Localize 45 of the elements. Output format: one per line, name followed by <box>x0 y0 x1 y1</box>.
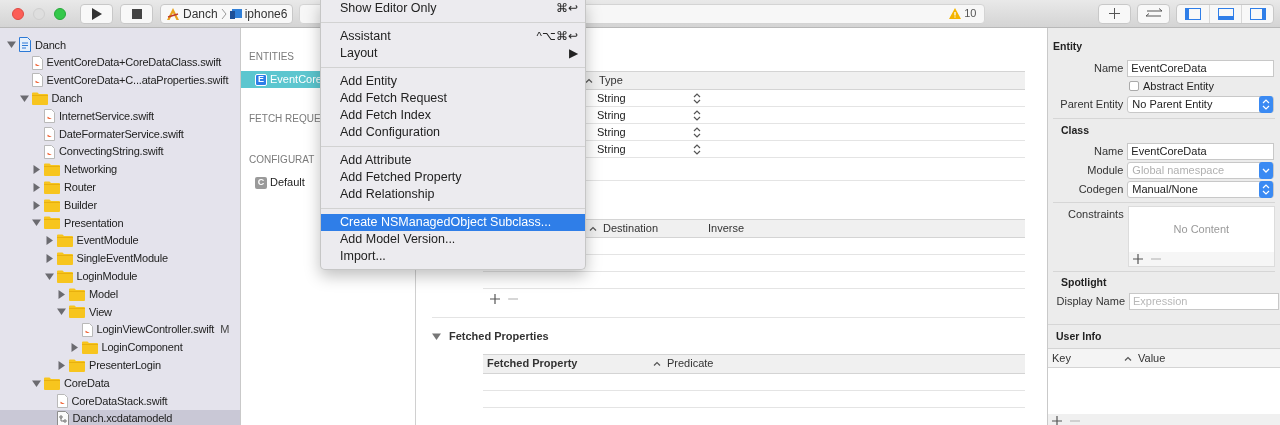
file-name: Builder <box>64 197 97 213</box>
field-label: Name <box>1093 61 1124 76</box>
file-name: Danch <box>51 91 83 107</box>
file-name: Router <box>64 180 96 195</box>
field-label: Name <box>1093 143 1124 159</box>
outline-header: CONFIGURAT <box>249 154 315 165</box>
file-name: DateFormaterService.swift <box>59 126 184 142</box>
file-name: SingleEventModule <box>76 251 168 267</box>
status-label: M <box>219 322 230 338</box>
file-name: EventModule <box>76 233 139 249</box>
outline-header: FETCH REQUE <box>249 113 321 124</box>
file-name: Danch <box>35 37 66 53</box>
file-name: LoginModule <box>76 269 138 284</box>
field-label: Parent Entity <box>1059 97 1124 112</box>
field-label: Constraints <box>1067 206 1124 222</box>
section-title: Class <box>1061 122 1091 138</box>
file-name: CoreData <box>64 375 110 391</box>
file-name: PresenterLogin <box>89 358 161 373</box>
file-name: LoginComponent <box>101 340 183 356</box>
file-name: InternetService.swift <box>59 108 154 124</box>
field-label: Display Name <box>1055 294 1125 309</box>
section-title: Fetched Properties <box>449 329 549 344</box>
file-name: Networking <box>64 162 118 178</box>
configuration-icon: C <box>255 176 267 189</box>
file-name: EventCoreData+C...ataProperties.swift <box>46 73 229 89</box>
section-title: Spotlight <box>1061 274 1108 290</box>
file-name: Model <box>89 286 118 302</box>
checkbox-label: Abstract Entity <box>1143 79 1214 94</box>
section-title: Entity <box>1053 39 1084 54</box>
file-name: LoginViewController.swift <box>96 322 215 338</box>
field-label: Module <box>1086 162 1124 178</box>
file-name: Presentation <box>64 215 124 231</box>
field-label: Codegen <box>1077 181 1124 197</box>
file-name: View <box>89 304 112 320</box>
file-name: Danch.xcdatamodeld <box>72 411 173 425</box>
section-title: User Info <box>1056 329 1103 345</box>
file-name: ConvectingString.swift <box>59 144 164 160</box>
file-name: EventCoreData+CoreDataClass.swift <box>46 55 222 71</box>
outline-header: ENTITIES <box>249 51 294 62</box>
file-name: CoreDataStack.swift <box>71 393 168 409</box>
device-name: iphone6 <box>244 5 288 23</box>
empty-message: No Content <box>1173 221 1230 237</box>
warning-count: 10 <box>964 6 977 22</box>
scheme-name: Danch <box>183 5 218 23</box>
entity-icon: E <box>255 73 267 86</box>
